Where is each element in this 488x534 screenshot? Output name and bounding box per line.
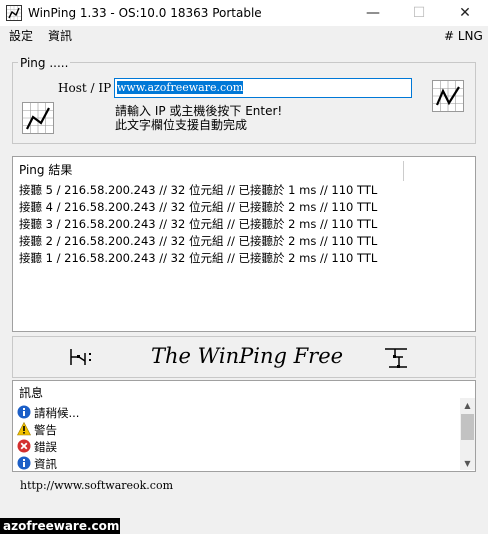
info-icon bbox=[17, 456, 31, 470]
host-label: Host / IP : bbox=[58, 81, 120, 95]
result-line: 接聽 1 / 216.58.200.243 // 32 位元組 // 已接聽於 … bbox=[19, 251, 378, 265]
watermark: azofreeware.com bbox=[0, 518, 120, 534]
message-label: 警告 bbox=[34, 423, 57, 437]
results-header: Ping 結果 bbox=[19, 163, 73, 177]
banner: The WinPing Free bbox=[12, 336, 476, 378]
message-label: 資訊 bbox=[34, 457, 57, 471]
result-line: 接聽 5 / 216.58.200.243 // 32 位元組 // 已接聽於 … bbox=[19, 183, 378, 197]
message-item[interactable]: 資訊 bbox=[17, 456, 57, 473]
messages-header: 訊息 bbox=[19, 386, 44, 400]
hint-line-1: 請輸入 IP 或主機後按下 Enter! bbox=[115, 104, 283, 118]
window-title: WinPing 1.33 - OS:10.0 18363 Portable bbox=[28, 6, 262, 20]
app-icon bbox=[6, 5, 22, 21]
message-label: 錯誤 bbox=[34, 440, 57, 454]
ping-graph-icon-right[interactable] bbox=[432, 80, 464, 112]
hint-line-2: 此文字欄位支援自動完成 bbox=[115, 118, 248, 132]
network-icon-left bbox=[65, 345, 95, 369]
scroll-down-icon[interactable]: ▼ bbox=[460, 458, 475, 470]
maximize-button[interactable]: ☐ bbox=[396, 0, 442, 26]
close-button[interactable]: ✕ bbox=[442, 0, 488, 26]
menu-bar bbox=[0, 26, 488, 46]
menu-info[interactable]: 資訊 bbox=[48, 28, 72, 44]
minimize-button[interactable]: — bbox=[350, 0, 396, 26]
scroll-up-icon[interactable]: ▲ bbox=[460, 400, 475, 412]
error-icon bbox=[17, 439, 31, 453]
message-item[interactable]: 請稍候... bbox=[17, 405, 79, 422]
host-input[interactable]: www.azofreeware.com bbox=[114, 78, 412, 98]
results-header-divider bbox=[403, 161, 404, 181]
result-line: 接聽 4 / 216.58.200.243 // 32 位元組 // 已接聽於 … bbox=[19, 200, 378, 214]
result-line: 接聽 2 / 216.58.200.243 // 32 位元組 // 已接聽於 … bbox=[19, 234, 378, 248]
banner-title: The WinPing Free bbox=[151, 344, 344, 368]
messages-panel: 訊息 請稍候... 警告 錯誤 資訊 bbox=[12, 380, 476, 472]
ping-graph-icon-left[interactable] bbox=[22, 102, 54, 134]
ping-group-label: Ping ..... bbox=[18, 56, 71, 70]
menu-language[interactable]: # LNG bbox=[444, 28, 483, 44]
message-label: 請稍候... bbox=[34, 406, 80, 420]
warning-icon bbox=[17, 422, 31, 436]
result-line: 接聽 3 / 216.58.200.243 // 32 位元組 // 已接聽於 … bbox=[19, 217, 378, 231]
menu-settings[interactable]: 設定 bbox=[9, 28, 33, 44]
info-icon bbox=[17, 405, 31, 419]
footer-url[interactable]: http://www.softwareok.com bbox=[20, 479, 173, 493]
message-item[interactable]: 錯誤 bbox=[17, 439, 57, 456]
scroll-thumb[interactable] bbox=[461, 414, 474, 440]
results-panel: Ping 結果 接聽 5 / 216.58.200.243 // 32 位元組 … bbox=[12, 156, 476, 332]
network-icon-right bbox=[381, 343, 411, 373]
host-input-value: www.azofreeware.com bbox=[117, 81, 244, 94]
message-item[interactable]: 警告 bbox=[17, 422, 57, 439]
